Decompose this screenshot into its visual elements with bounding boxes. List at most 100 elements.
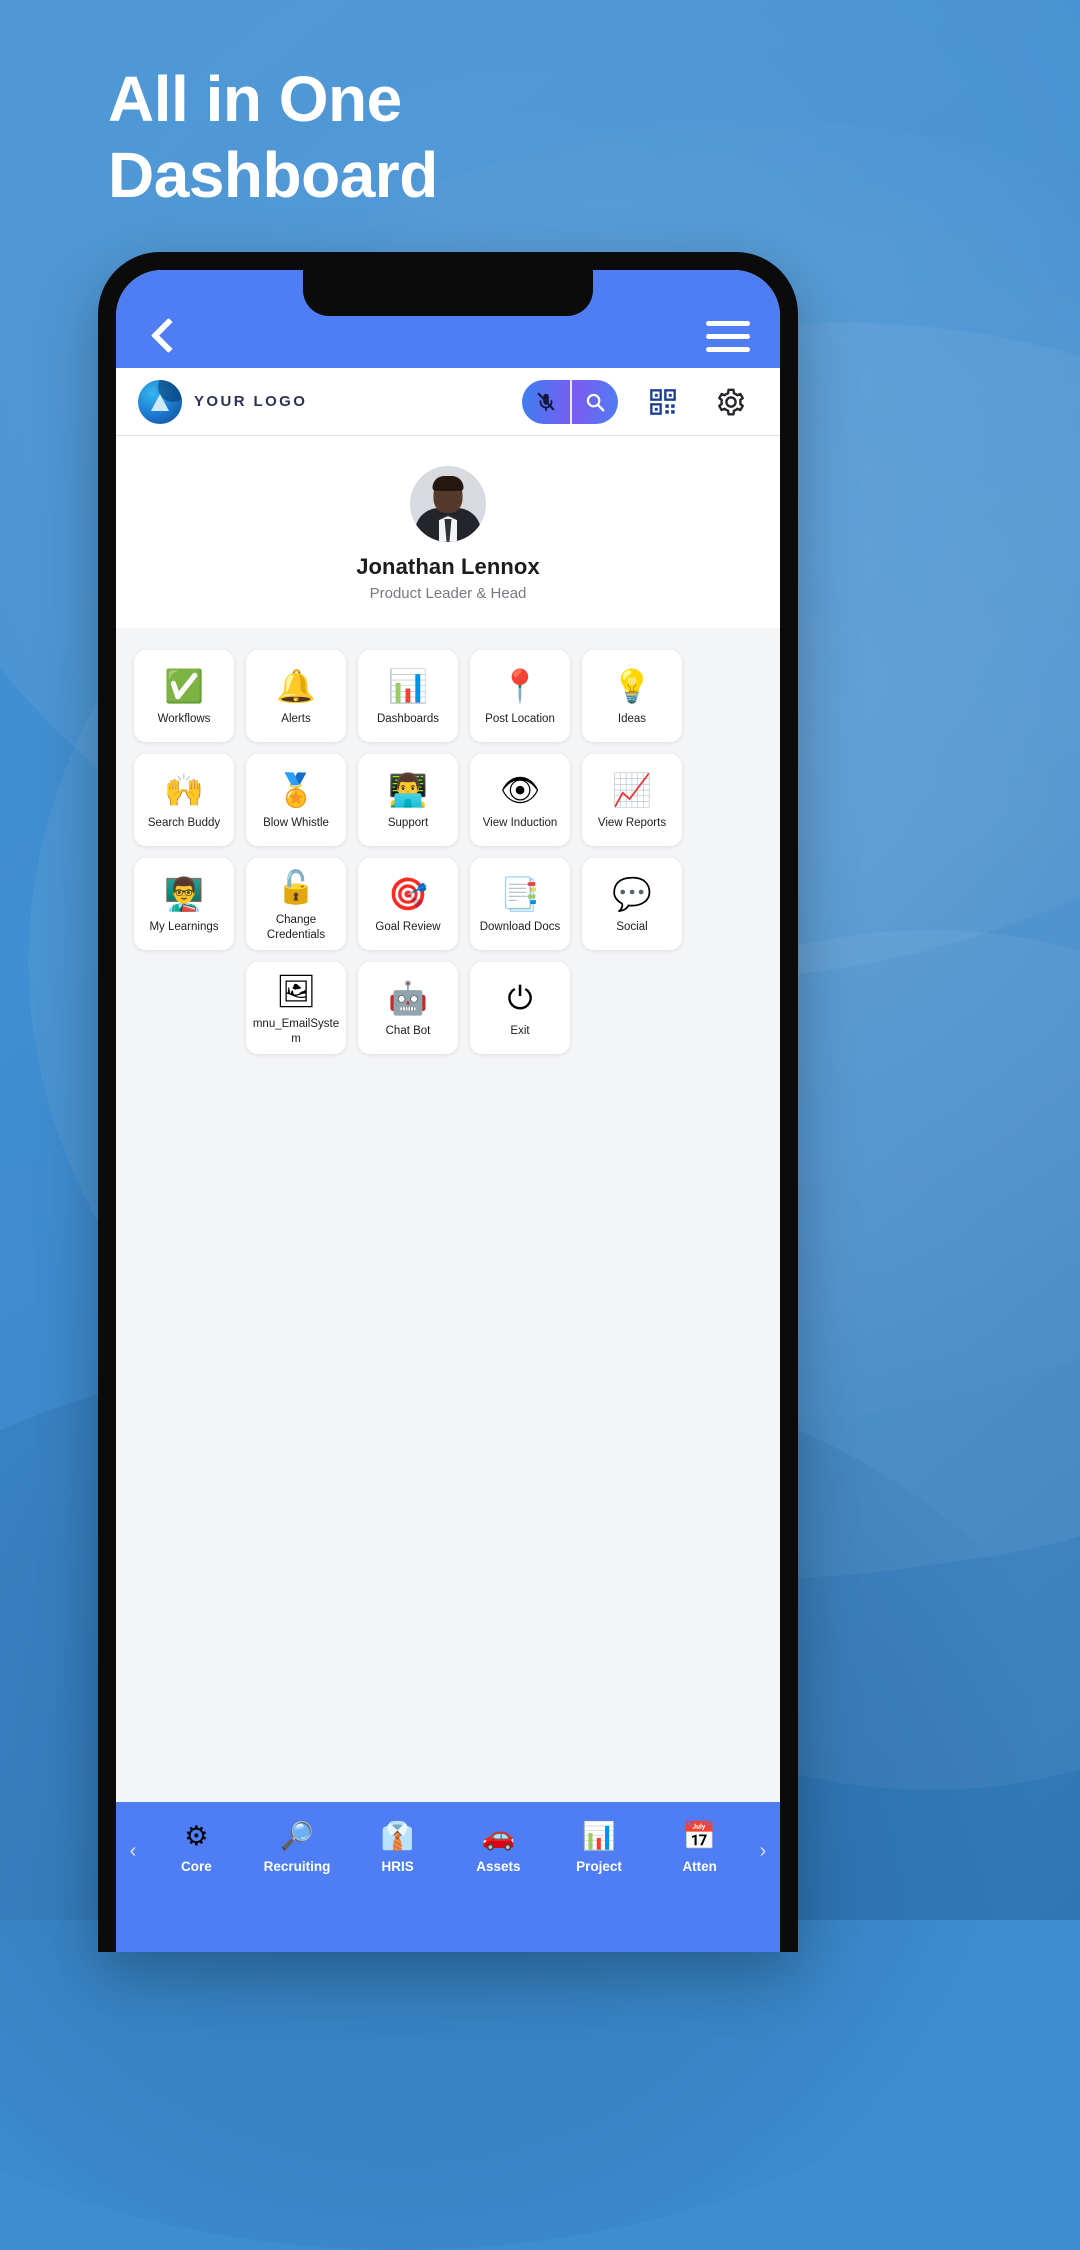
gear-icon[interactable] — [708, 379, 754, 425]
avatar[interactable] — [410, 466, 486, 542]
reports-chart-icon: 📈 — [612, 772, 652, 809]
tile-my-learnings[interactable]: 👨‍🏫 My Learnings — [134, 858, 234, 950]
tile-social[interactable]: 💬 Social — [582, 858, 682, 950]
tile-row: ✅ Workflows 🔔 Alerts 📊 Dashboards 📍 Post… — [134, 650, 762, 742]
tile-label: Dashboards — [376, 713, 439, 726]
social-chat-icon: 💬 — [612, 876, 652, 913]
tile-label: View Induction — [482, 817, 558, 830]
nav-item-recruiting[interactable]: 🔎 Recruiting — [247, 1820, 348, 1874]
tile-label: Goal Review — [375, 921, 441, 934]
chevron-left-icon[interactable] — [146, 318, 180, 352]
tile-blow-whistle[interactable]: 🏅 Blow Whistle — [246, 754, 346, 846]
tile-label: Download Docs — [479, 921, 561, 934]
whistle-icon: 🏅 — [276, 772, 316, 809]
check-circle-icon: ✅ — [164, 668, 204, 705]
pie-chart-icon: 📊 — [388, 668, 428, 705]
lightbulb-icon: 💡 — [612, 668, 652, 705]
logo-bar: YOUR LOGO — [116, 368, 780, 436]
tile-ideas[interactable]: 💡 Ideas — [582, 650, 682, 742]
document-eye-icon: 👁 — [499, 772, 541, 809]
tile-label: My Learnings — [149, 921, 219, 934]
power-off-icon: ⏻ — [507, 980, 533, 1017]
nav-item-label: Recruiting — [263, 1859, 331, 1874]
training-board-icon: 👨‍🏫 — [164, 876, 204, 913]
profile-section: Jonathan Lennox Product Leader & Head — [116, 436, 780, 628]
nav-item-hris[interactable]: 👔 HRIS — [347, 1820, 448, 1874]
unlock-icon: 🔓 — [276, 869, 316, 906]
nav-item-label: HRIS — [381, 1859, 414, 1874]
bottom-navigation: ‹ ⚙ Core 🔎 Recruiting 👔 HRIS 🚗 Assets 📊 … — [116, 1802, 780, 1952]
map-pin-icon: 📍 — [500, 668, 540, 705]
robot-icon: 🤖 — [388, 980, 428, 1017]
support-agent-icon: 👨‍💻 — [388, 772, 428, 809]
tile-change-credentials[interactable]: 🔓 Change Credentials — [246, 858, 346, 950]
phone-notch — [303, 270, 593, 316]
tile-dashboards[interactable]: 📊 Dashboards — [358, 650, 458, 742]
attendance-icon: 📅 — [682, 1820, 717, 1851]
tile-label: Post Location — [485, 713, 555, 726]
tile-workflows[interactable]: ✅ Workflows — [134, 650, 234, 742]
dashboard-scroll-body[interactable]: Jonathan Lennox Product Leader & Head ✅ … — [116, 436, 780, 1952]
tile-label: Search Buddy — [147, 817, 221, 830]
tile-view-induction[interactable]: 👁 View Induction — [470, 754, 570, 846]
tile-download-docs[interactable]: 📑 Download Docs — [470, 858, 570, 950]
tile-grid: ✅ Workflows 🔔 Alerts 📊 Dashboards 📍 Post… — [116, 628, 780, 1090]
nav-item-assets[interactable]: 🚗 Assets — [448, 1820, 549, 1874]
bottom-nav-items: ⚙ Core 🔎 Recruiting 👔 HRIS 🚗 Assets 📊 Pr… — [144, 1820, 752, 1874]
target-icon: 🎯 — [388, 876, 428, 913]
tile-mnu-emailsystem[interactable]: 🖼 mnu_EmailSystem — [246, 962, 346, 1054]
recruit-search-icon: 🔎 — [280, 1820, 314, 1851]
nav-item-label: Project — [576, 1859, 622, 1874]
qr-code-icon[interactable] — [640, 379, 686, 425]
people-handshake-icon: 🙌 — [164, 772, 204, 809]
tile-row: 👨‍🏫 My Learnings 🔓 Change Credentials 🎯 … — [134, 858, 762, 950]
tile-search-buddy[interactable]: 🙌 Search Buddy — [134, 754, 234, 846]
nav-item-project[interactable]: 📊 Project — [549, 1820, 650, 1874]
tile-label: Change Credentials — [266, 914, 326, 941]
tile-label: mnu_EmailSystem — [252, 1018, 340, 1045]
page-title: All in One Dashboard — [108, 63, 438, 211]
microphone-muted-icon[interactable] — [522, 380, 570, 424]
nav-item-label: Atten — [682, 1859, 717, 1874]
hamburger-menu-icon[interactable] — [706, 321, 750, 352]
broken-image-icon: 🖼 — [275, 973, 317, 1010]
nav-prev-arrow-icon[interactable]: ‹ — [122, 1820, 144, 1882]
nav-item-label: Core — [180, 1859, 212, 1874]
tile-row: 🖼 mnu_EmailSystem 🤖 Chat Bot ⏻ Exit — [134, 962, 762, 1054]
tile-row-spacer — [134, 962, 234, 1054]
gear-settings-icon: ⚙ — [184, 1820, 209, 1851]
brand-logo-icon — [138, 379, 182, 424]
tile-post-location[interactable]: 📍 Post Location — [470, 650, 570, 742]
tile-chat-bot[interactable]: 🤖 Chat Bot — [358, 962, 458, 1054]
car-icon: 🚗 — [481, 1820, 516, 1851]
tile-label: Workflows — [157, 713, 211, 726]
logo-text: YOUR LOGO — [194, 393, 308, 410]
tile-support[interactable]: 👨‍💻 Support — [358, 754, 458, 846]
profile-role: Product Leader & Head — [369, 585, 527, 602]
tile-label: Exit — [510, 1025, 530, 1038]
search-icon[interactable] — [570, 379, 618, 424]
tile-view-reports[interactable]: 📈 View Reports — [582, 754, 682, 846]
tile-label: View Reports — [597, 817, 667, 830]
tile-label: Chat Bot — [385, 1025, 431, 1038]
tile-label: Ideas — [617, 713, 647, 726]
tile-label: Blow Whistle — [263, 817, 329, 830]
employee-icon: 👔 — [380, 1820, 415, 1851]
tile-row-spacer — [582, 962, 682, 1054]
tile-label: Support — [387, 817, 429, 830]
tile-row: 🙌 Search Buddy 🏅 Blow Whistle 👨‍💻 Suppor… — [134, 754, 762, 846]
nav-item-core[interactable]: ⚙ Core — [146, 1820, 247, 1874]
tile-exit[interactable]: ⏻ Exit — [470, 962, 570, 1054]
tile-label: Social — [616, 921, 648, 934]
search-control-group — [522, 379, 618, 424]
tile-alerts[interactable]: 🔔 Alerts — [246, 650, 346, 742]
tile-goal-review[interactable]: 🎯 Goal Review — [358, 858, 458, 950]
tile-label: Alerts — [281, 713, 311, 726]
profile-name: Jonathan Lennox — [356, 554, 540, 579]
bell-icon: 🔔 — [276, 668, 316, 705]
nav-item-attendance[interactable]: 📅 Atten — [649, 1820, 750, 1874]
nav-next-arrow-icon[interactable]: › — [752, 1820, 774, 1882]
phone-screen: YOUR LOGO Jonathan Lennox Product Leader… — [116, 270, 780, 1952]
download-document-icon: 📑 — [500, 876, 540, 913]
phone-mockup: YOUR LOGO Jonathan Lennox Product Leader… — [98, 252, 798, 1952]
